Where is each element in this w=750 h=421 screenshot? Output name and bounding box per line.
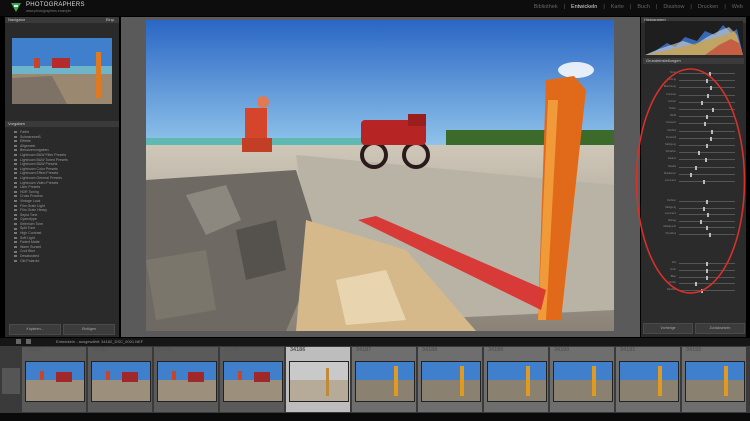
module-separator: | (563, 4, 566, 10)
frame-number: 34185 (224, 347, 240, 353)
navigator-label: Navigator (8, 17, 26, 22)
frame-number: 34191 (620, 347, 636, 353)
filmstrip-cell[interactable]: 34184 (154, 347, 218, 412)
module-separator: | (724, 4, 726, 10)
left-panel-buttons: Kopieren... Einfügen (9, 324, 115, 335)
toolbar-path: Entwickeln - ausgewählt: 34182_DSC_0001.… (56, 339, 144, 344)
frame-thumbnail[interactable] (91, 361, 151, 402)
grid-view-icon[interactable] (16, 339, 21, 344)
module-4[interactable]: Diashow (663, 4, 684, 10)
frame-thumbnail[interactable] (421, 361, 481, 402)
paste-button[interactable]: Einfügen (63, 324, 115, 335)
frame-number: 34192 (686, 347, 702, 353)
filmstrip-cell[interactable]: 34187 (352, 347, 416, 412)
filmstrip-left-thumb[interactable] (2, 368, 20, 394)
module-separator: | (603, 4, 605, 10)
module-separator: | (690, 4, 692, 10)
module-5[interactable]: Drucken (698, 4, 718, 10)
basic-header[interactable]: Grundeinstellungen (643, 58, 744, 64)
frame-thumbnail[interactable] (487, 361, 547, 402)
module-3[interactable]: Buch (637, 4, 650, 10)
filmstrip-cell[interactable]: 34192 (682, 347, 746, 412)
filmstrip-cell[interactable]: 34188 (418, 347, 482, 412)
preset-item[interactable]: Old Polaroid (14, 259, 114, 264)
frame-number: 34183 (92, 347, 108, 353)
filmstrip-cell[interactable]: 34182 (22, 347, 86, 412)
red-annotation-ellipse (635, 68, 746, 294)
frame-thumbnail[interactable] (685, 361, 745, 402)
module-2[interactable]: Karte (611, 4, 624, 10)
frame-number: 34189 (488, 347, 504, 353)
main-photo[interactable] (146, 20, 614, 331)
filmstrip-cell[interactable]: 34189 (484, 347, 548, 412)
histogram (645, 21, 743, 55)
filmstrip-toolbar: Entwickeln - ausgewählt: 34182_DSC_0001.… (0, 338, 750, 346)
module-0[interactable]: Bibliothek (534, 4, 558, 10)
frame-thumbnail[interactable] (355, 361, 415, 402)
presets-tree: Farbe Schwarzweiß Effekte Allgemein Benutzer… (14, 130, 114, 320)
navigator-header[interactable]: Navigator Einp. (5, 17, 119, 23)
lightroom-logo-icon (11, 3, 21, 12)
frame-number: 34182 (26, 347, 42, 353)
frame-thumbnail[interactable] (289, 361, 349, 402)
filmstrip-cell[interactable]: 34191 (616, 347, 680, 412)
frame-thumbnail[interactable] (619, 361, 679, 402)
module-separator: | (655, 4, 658, 10)
frame-number: 34186 (290, 347, 306, 353)
secondary-display-icon[interactable] (26, 339, 31, 344)
frame-number: 34190 (554, 347, 570, 353)
frame-thumbnail[interactable] (223, 361, 283, 402)
navigator-zoom[interactable]: Einp. (106, 17, 115, 23)
copy-button[interactable]: Kopieren... (9, 324, 61, 335)
reset-button[interactable]: Zurücksetzen (695, 323, 745, 334)
brand-name: PHOTOGRAPHERS (26, 2, 85, 8)
module-6[interactable]: Web (732, 4, 743, 10)
frame-number: 34184 (158, 347, 174, 353)
previous-button[interactable]: Vorherige (643, 323, 693, 334)
module-picker: Bibliothek | Entwickeln | Karte | Buch | Diashow… (531, 4, 746, 10)
filmstrip-cell[interactable]: 34185 (220, 347, 284, 412)
module-separator: | (629, 4, 632, 10)
frame-number: 34188 (422, 347, 438, 353)
presets-header[interactable]: Vorgaben (5, 121, 119, 127)
brand-tagline: www.photographers.example (26, 9, 72, 13)
filmstrip-cell[interactable]: 34186 (286, 347, 350, 412)
frame-thumbnail[interactable] (157, 361, 217, 402)
frame-number: 34187 (356, 347, 372, 353)
filmstrip-cell[interactable]: 34190 (550, 347, 614, 412)
frame-thumbnail[interactable] (553, 361, 613, 402)
bottom-bar (0, 413, 750, 421)
right-panel-buttons: Vorherige Zurücksetzen (643, 323, 745, 334)
navigator-preview[interactable] (12, 38, 112, 104)
frame-thumbnail[interactable] (25, 361, 85, 402)
filmstrip-cell[interactable]: 34183 (88, 347, 152, 412)
module-1[interactable]: Entwickeln (571, 4, 597, 10)
